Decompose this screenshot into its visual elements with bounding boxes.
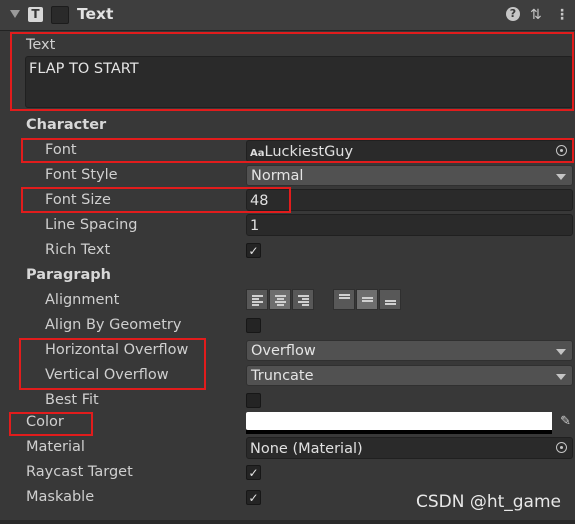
- font-style-value: Normal: [251, 168, 304, 184]
- rich-text-label: Rich Text: [45, 242, 111, 258]
- component-title: Text: [77, 5, 114, 23]
- font-size-input[interactable]: 48: [246, 189, 573, 211]
- highlight-overflow: [19, 338, 206, 390]
- align-left-icon: [252, 295, 263, 307]
- eyedropper-icon[interactable]: ✎: [560, 414, 571, 429]
- align-left-button[interactable]: [246, 289, 268, 310]
- raycast-target-checkbox[interactable]: ✓: [246, 465, 261, 480]
- maskable-label: Maskable: [26, 489, 95, 505]
- material-label: Material: [26, 439, 85, 455]
- chevron-down-icon: [556, 174, 566, 180]
- foldout-arrow-icon[interactable]: [10, 10, 20, 18]
- chevron-down-icon: [556, 374, 566, 380]
- highlight-font-size: [21, 187, 291, 213]
- best-fit-checkbox[interactable]: [246, 393, 261, 408]
- horizontal-overflow-dropdown[interactable]: Overflow: [246, 340, 573, 361]
- align-bottom-button[interactable]: [379, 289, 401, 310]
- align-bottom-icon: [385, 300, 396, 306]
- watermark: CSDN @ht_game: [415, 492, 561, 512]
- align-middle-button[interactable]: [356, 289, 378, 310]
- text-component-icon: T: [28, 7, 43, 22]
- font-style-dropdown[interactable]: Normal: [246, 165, 573, 186]
- color-field[interactable]: ✎: [246, 412, 573, 434]
- vertical-overflow-dropdown[interactable]: Truncate: [246, 365, 573, 386]
- best-fit-label: Best Fit: [45, 392, 99, 408]
- object-picker-icon[interactable]: [556, 442, 567, 453]
- component-enable-checkbox[interactable]: [51, 6, 69, 24]
- align-by-geometry-label: Align By Geometry: [45, 317, 182, 333]
- maskable-checkbox[interactable]: ✓: [246, 490, 261, 505]
- align-top-button[interactable]: [333, 289, 355, 310]
- align-center-icon: [275, 295, 286, 307]
- align-top-icon: [339, 294, 350, 300]
- kebab-icon[interactable]: ⋮: [555, 7, 569, 23]
- highlight-text: [10, 32, 574, 111]
- line-spacing-input[interactable]: 1: [246, 214, 573, 236]
- raycast-target-label: Raycast Target: [26, 464, 133, 480]
- highlight-color: [9, 412, 93, 436]
- align-middle-icon: [362, 297, 373, 303]
- question-icon[interactable]: ?: [506, 7, 520, 21]
- alignment-label: Alignment: [45, 292, 120, 308]
- vertical-overflow-value: Truncate: [251, 368, 314, 384]
- material-value: None (Material): [250, 441, 363, 457]
- alpha-bar: [246, 430, 552, 434]
- chevron-down-icon: [556, 349, 566, 355]
- line-spacing-label: Line Spacing: [45, 217, 138, 233]
- font-style-label: Font Style: [45, 167, 118, 183]
- material-field[interactable]: None (Material): [246, 437, 573, 459]
- highlight-font: [21, 138, 574, 163]
- sliders-icon[interactable]: ⇅: [530, 7, 542, 23]
- horizontal-overflow-value: Overflow: [251, 343, 316, 359]
- rich-text-checkbox[interactable]: ✓: [246, 243, 261, 258]
- color-swatch: [246, 412, 552, 430]
- align-right-button[interactable]: [292, 289, 314, 310]
- character-section: Character: [26, 117, 107, 133]
- paragraph-section: Paragraph: [26, 267, 111, 283]
- align-right-icon: [298, 295, 309, 307]
- align-by-geometry-checkbox[interactable]: [246, 318, 261, 333]
- panel-footer: [0, 520, 575, 524]
- align-center-button[interactable]: [269, 289, 291, 310]
